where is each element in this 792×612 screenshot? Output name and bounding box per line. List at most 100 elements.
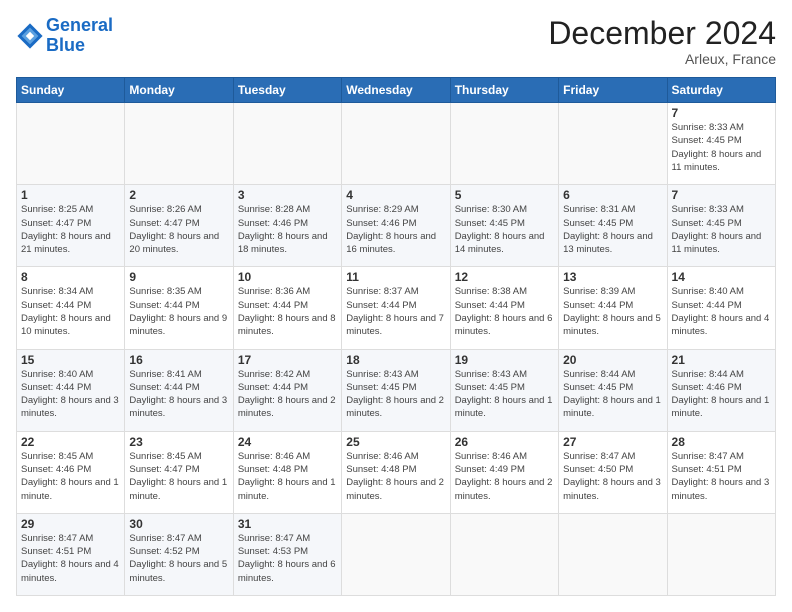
day-number: 7 (672, 106, 771, 120)
day-number: 7 (672, 188, 771, 202)
table-row: 8 Sunrise: 8:34 AM Sunset: 4:44 PM Dayli… (17, 267, 125, 349)
col-wednesday: Wednesday (342, 78, 450, 103)
day-number: 24 (238, 435, 337, 449)
day-info: Sunrise: 8:44 AM Sunset: 4:46 PM Dayligh… (672, 368, 771, 421)
day-info: Sunrise: 8:47 AM Sunset: 4:51 PM Dayligh… (672, 450, 771, 503)
calendar-row: 15 Sunrise: 8:40 AM Sunset: 4:44 PM Dayl… (17, 349, 776, 431)
day-number: 8 (21, 270, 120, 284)
day-info: Sunrise: 8:28 AM Sunset: 4:46 PM Dayligh… (238, 203, 337, 256)
day-number: 16 (129, 353, 228, 367)
day-info: Sunrise: 8:46 AM Sunset: 4:48 PM Dayligh… (238, 450, 337, 503)
day-info: Sunrise: 8:43 AM Sunset: 4:45 PM Dayligh… (346, 368, 445, 421)
table-row (233, 103, 341, 185)
table-row: 30 Sunrise: 8:47 AM Sunset: 4:52 PM Dayl… (125, 513, 233, 595)
day-number: 27 (563, 435, 662, 449)
col-sunday: Sunday (17, 78, 125, 103)
day-number: 20 (563, 353, 662, 367)
calendar-row: 7 Sunrise: 8:33 AM Sunset: 4:45 PM Dayli… (17, 103, 776, 185)
logo-icon (16, 22, 44, 50)
day-info: Sunrise: 8:25 AM Sunset: 4:47 PM Dayligh… (21, 203, 120, 256)
day-info: Sunrise: 8:26 AM Sunset: 4:47 PM Dayligh… (129, 203, 228, 256)
day-number: 28 (672, 435, 771, 449)
table-row: 17 Sunrise: 8:42 AM Sunset: 4:44 PM Dayl… (233, 349, 341, 431)
day-info: Sunrise: 8:36 AM Sunset: 4:44 PM Dayligh… (238, 285, 337, 338)
col-monday: Monday (125, 78, 233, 103)
table-row (342, 513, 450, 595)
day-number: 13 (563, 270, 662, 284)
day-number: 10 (238, 270, 337, 284)
day-info: Sunrise: 8:42 AM Sunset: 4:44 PM Dayligh… (238, 368, 337, 421)
table-row: 23 Sunrise: 8:45 AM Sunset: 4:47 PM Dayl… (125, 431, 233, 513)
day-number: 6 (563, 188, 662, 202)
calendar-row: 8 Sunrise: 8:34 AM Sunset: 4:44 PM Dayli… (17, 267, 776, 349)
day-number: 22 (21, 435, 120, 449)
table-row: 24 Sunrise: 8:46 AM Sunset: 4:48 PM Dayl… (233, 431, 341, 513)
day-number: 14 (672, 270, 771, 284)
day-info: Sunrise: 8:29 AM Sunset: 4:46 PM Dayligh… (346, 203, 445, 256)
table-row: 2 Sunrise: 8:26 AM Sunset: 4:47 PM Dayli… (125, 185, 233, 267)
table-row: 10 Sunrise: 8:36 AM Sunset: 4:44 PM Dayl… (233, 267, 341, 349)
day-number: 9 (129, 270, 228, 284)
day-info: Sunrise: 8:33 AM Sunset: 4:45 PM Dayligh… (672, 203, 771, 256)
day-info: Sunrise: 8:46 AM Sunset: 4:48 PM Dayligh… (346, 450, 445, 503)
table-row: 21 Sunrise: 8:44 AM Sunset: 4:46 PM Dayl… (667, 349, 775, 431)
day-info: Sunrise: 8:45 AM Sunset: 4:46 PM Dayligh… (21, 450, 120, 503)
day-number: 26 (455, 435, 554, 449)
day-info: Sunrise: 8:31 AM Sunset: 4:45 PM Dayligh… (563, 203, 662, 256)
day-info: Sunrise: 8:38 AM Sunset: 4:44 PM Dayligh… (455, 285, 554, 338)
calendar-page: General Blue December 2024 Arleux, Franc… (0, 0, 792, 612)
table-row (342, 103, 450, 185)
day-info: Sunrise: 8:43 AM Sunset: 4:45 PM Dayligh… (455, 368, 554, 421)
table-row: 26 Sunrise: 8:46 AM Sunset: 4:49 PM Dayl… (450, 431, 558, 513)
day-info: Sunrise: 8:47 AM Sunset: 4:50 PM Dayligh… (563, 450, 662, 503)
day-info: Sunrise: 8:40 AM Sunset: 4:44 PM Dayligh… (21, 368, 120, 421)
day-info: Sunrise: 8:34 AM Sunset: 4:44 PM Dayligh… (21, 285, 120, 338)
day-info: Sunrise: 8:46 AM Sunset: 4:49 PM Dayligh… (455, 450, 554, 503)
day-info: Sunrise: 8:40 AM Sunset: 4:44 PM Dayligh… (672, 285, 771, 338)
day-number: 1 (21, 188, 120, 202)
day-number: 29 (21, 517, 120, 531)
day-info: Sunrise: 8:35 AM Sunset: 4:44 PM Dayligh… (129, 285, 228, 338)
day-number: 23 (129, 435, 228, 449)
day-number: 12 (455, 270, 554, 284)
day-number: 21 (672, 353, 771, 367)
logo-text: General Blue (46, 16, 113, 56)
table-row: 22 Sunrise: 8:45 AM Sunset: 4:46 PM Dayl… (17, 431, 125, 513)
day-info: Sunrise: 8:39 AM Sunset: 4:44 PM Dayligh… (563, 285, 662, 338)
day-number: 17 (238, 353, 337, 367)
day-number: 18 (346, 353, 445, 367)
table-row: 12 Sunrise: 8:38 AM Sunset: 4:44 PM Dayl… (450, 267, 558, 349)
table-row: 3 Sunrise: 8:28 AM Sunset: 4:46 PM Dayli… (233, 185, 341, 267)
table-row: 11 Sunrise: 8:37 AM Sunset: 4:44 PM Dayl… (342, 267, 450, 349)
table-row: 16 Sunrise: 8:41 AM Sunset: 4:44 PM Dayl… (125, 349, 233, 431)
location: Arleux, France (548, 51, 776, 67)
table-row: 13 Sunrise: 8:39 AM Sunset: 4:44 PM Dayl… (559, 267, 667, 349)
col-tuesday: Tuesday (233, 78, 341, 103)
table-row (450, 513, 558, 595)
day-number: 15 (21, 353, 120, 367)
table-row: 25 Sunrise: 8:46 AM Sunset: 4:48 PM Dayl… (342, 431, 450, 513)
day-number: 25 (346, 435, 445, 449)
day-number: 3 (238, 188, 337, 202)
day-number: 2 (129, 188, 228, 202)
table-row: 29 Sunrise: 8:47 AM Sunset: 4:51 PM Dayl… (17, 513, 125, 595)
table-row (450, 103, 558, 185)
table-row: 1 Sunrise: 8:25 AM Sunset: 4:47 PM Dayli… (17, 185, 125, 267)
table-row: 31 Sunrise: 8:47 AM Sunset: 4:53 PM Dayl… (233, 513, 341, 595)
table-row: 20 Sunrise: 8:44 AM Sunset: 4:45 PM Dayl… (559, 349, 667, 431)
col-saturday: Saturday (667, 78, 775, 103)
table-row (559, 103, 667, 185)
month-title: December 2024 (548, 16, 776, 51)
table-row (667, 513, 775, 595)
day-info: Sunrise: 8:33 AM Sunset: 4:45 PM Dayligh… (672, 121, 771, 174)
table-row (559, 513, 667, 595)
day-number: 19 (455, 353, 554, 367)
day-info: Sunrise: 8:47 AM Sunset: 4:53 PM Dayligh… (238, 532, 337, 585)
calendar-row: 1 Sunrise: 8:25 AM Sunset: 4:47 PM Dayli… (17, 185, 776, 267)
table-row: 19 Sunrise: 8:43 AM Sunset: 4:45 PM Dayl… (450, 349, 558, 431)
col-thursday: Thursday (450, 78, 558, 103)
logo-line1: General (46, 15, 113, 35)
day-info: Sunrise: 8:45 AM Sunset: 4:47 PM Dayligh… (129, 450, 228, 503)
day-number: 31 (238, 517, 337, 531)
calendar-header-row: Sunday Monday Tuesday Wednesday Thursday… (17, 78, 776, 103)
